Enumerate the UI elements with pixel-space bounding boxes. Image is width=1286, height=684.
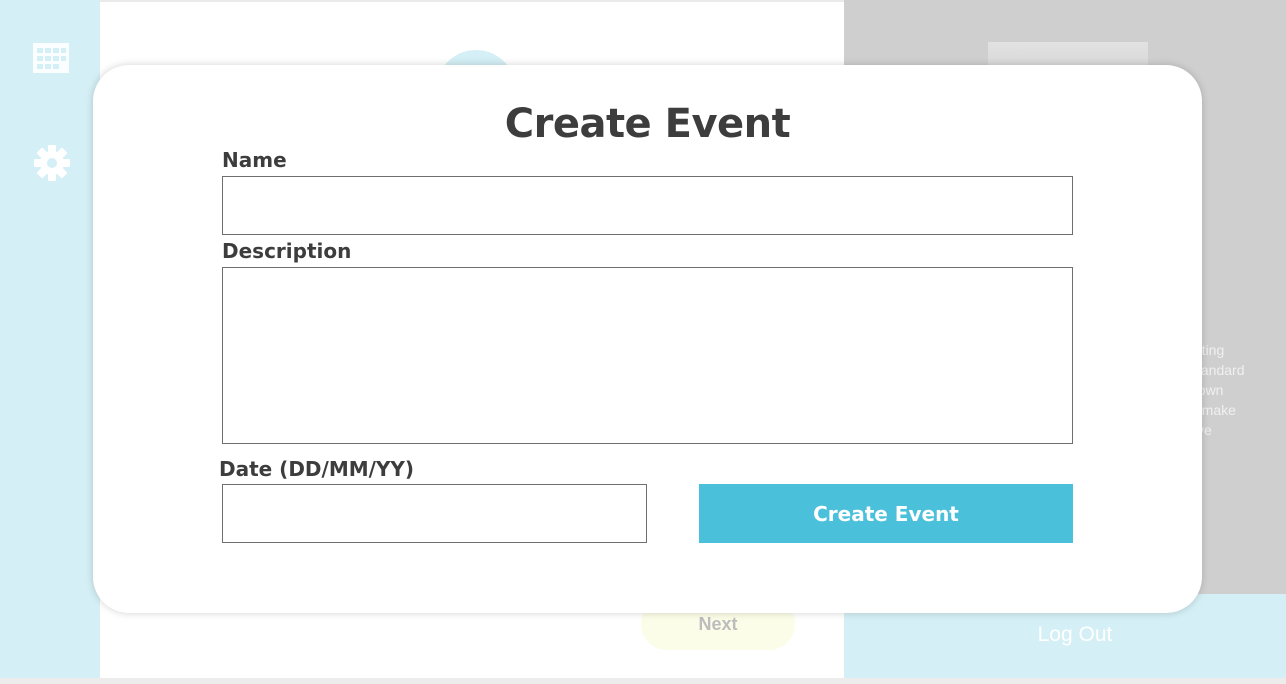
blurb-line: five bbox=[1190, 420, 1286, 440]
date-input[interactable] bbox=[222, 484, 647, 543]
create-event-button[interactable]: Create Event bbox=[699, 484, 1073, 543]
blurb-line: nown bbox=[1190, 382, 1224, 398]
description-input[interactable] bbox=[222, 267, 1073, 444]
description-label: Description bbox=[222, 239, 352, 263]
bottom-strip bbox=[0, 678, 1286, 684]
blurb-line: o make bbox=[1190, 402, 1236, 418]
blurb-line: etting bbox=[1190, 342, 1225, 358]
sidebar bbox=[0, 0, 100, 684]
name-input[interactable] bbox=[222, 176, 1073, 235]
logout-button[interactable]: Log Out bbox=[1038, 623, 1113, 647]
gear-icon[interactable] bbox=[33, 144, 71, 182]
modal-title: Create Event bbox=[504, 101, 791, 147]
date-label: Date (DD/MM/YY) bbox=[219, 457, 415, 481]
name-label: Name bbox=[222, 148, 287, 172]
create-event-modal: Create Event Name Description Date (DD/M… bbox=[93, 65, 1202, 613]
panel-blurb: etting standard nown o make five bbox=[1190, 340, 1286, 440]
calendar-icon[interactable] bbox=[32, 42, 70, 74]
blurb-line: standard bbox=[1190, 362, 1245, 378]
